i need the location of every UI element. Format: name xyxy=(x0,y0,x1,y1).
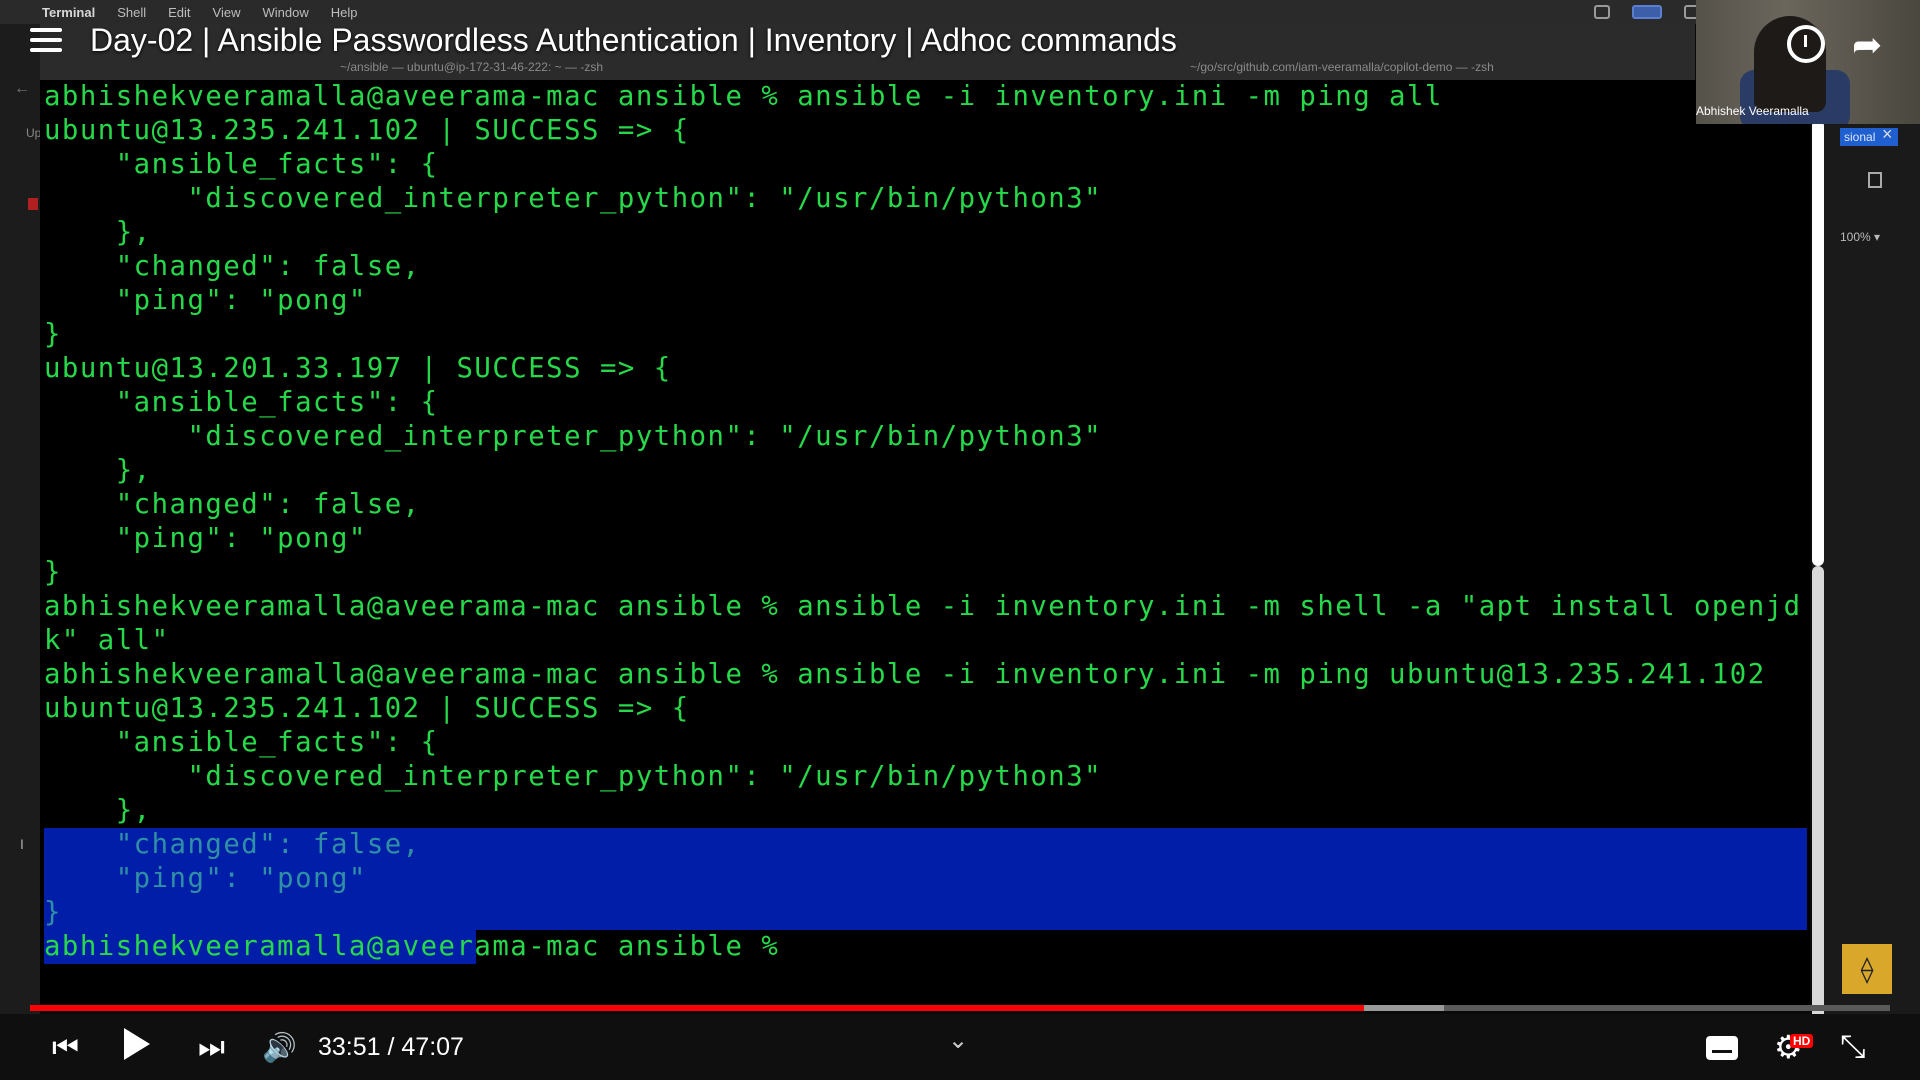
terminal-line: "ansible_facts": { xyxy=(44,387,439,418)
terminal-line: }, xyxy=(44,217,152,248)
menu-help[interactable]: Help xyxy=(331,5,358,20)
red-marker-icon xyxy=(28,198,38,210)
share-arrow-icon[interactable]: ➦ xyxy=(1852,24,1882,66)
time-display: 33:51 / 47:07 xyxy=(318,1033,464,1061)
menubar-status-icons xyxy=(1594,0,1700,24)
menu-view[interactable]: View xyxy=(213,5,241,20)
terminal-line: ubuntu@13.235.241.102 | SUCCESS => { xyxy=(44,693,690,724)
terminal-tab-copilot[interactable]: ~/go/src/github.com/iam-veeramalla/copil… xyxy=(1190,60,1494,74)
previous-button[interactable]: ⏮ xyxy=(52,1031,79,1065)
terminal-line: "ping": "pong" xyxy=(44,523,367,554)
terminal-tab-ansible[interactable]: ~/ansible — ubuntu@ip-172-31-46-222: ~ —… xyxy=(340,60,603,74)
scrollbar-track[interactable] xyxy=(1812,120,1824,566)
chevron-down-icon[interactable]: ⌄ xyxy=(948,1026,968,1055)
zoom-select[interactable]: 100% ▾ xyxy=(1840,230,1880,244)
playlist-menu-icon[interactable] xyxy=(30,28,62,58)
terminal-line: "discovered_interpreter_python": "/usr/b… xyxy=(44,421,1103,452)
menu-edit[interactable]: Edit xyxy=(168,5,190,20)
text-cursor-icon: I xyxy=(20,836,24,852)
terminal-output[interactable]: abhishekveeramalla@aveerama-mac ansible … xyxy=(40,80,1810,1005)
background-window-strip: ← Up I xyxy=(0,24,41,1024)
presenter-name: Abhishek Veeramalla xyxy=(1696,104,1809,118)
terminal-line: ubuntu@13.235.241.102 | SUCCESS => { xyxy=(44,115,690,146)
terminal-line: "changed": false, xyxy=(44,829,421,860)
terminal-line: "changed": false, xyxy=(44,489,421,520)
terminal-line: } xyxy=(44,557,62,588)
terminal-line: }, xyxy=(44,455,152,486)
menu-window[interactable]: Window xyxy=(263,5,309,20)
screen-share-icon[interactable] xyxy=(1632,5,1662,19)
volume-icon[interactable]: 🔊 xyxy=(262,1031,297,1064)
play-button[interactable] xyxy=(124,1028,150,1060)
next-button[interactable]: ⏭ xyxy=(198,1031,225,1065)
background-app-panel xyxy=(1812,80,1920,1025)
watch-later-clock-icon[interactable] xyxy=(1787,25,1825,63)
terminal-line: abhishekveeramalla@aveerama-mac ansible … xyxy=(44,591,1802,622)
hd-badge: HD xyxy=(1790,1034,1814,1048)
terminal-line: abhishekveeramalla@aveerama-mac ansible … xyxy=(44,659,1766,690)
subtitles-button[interactable] xyxy=(1706,1036,1738,1060)
terminal-line: "ansible_facts": { xyxy=(44,727,439,758)
terminal-line: ubuntu@13.201.33.197 | SUCCESS => { xyxy=(44,353,672,384)
terminal-line: } xyxy=(44,319,62,350)
terminal-line: }, xyxy=(44,795,152,826)
video-title[interactable]: Day-02 | Ansible Passwordless Authentica… xyxy=(90,22,1177,59)
terminal-line: abhishekveeramalla@aveerama-mac ansible … xyxy=(44,931,780,962)
document-icon[interactable] xyxy=(1868,172,1882,188)
terminal-line: } xyxy=(44,897,62,928)
terminal-line: "discovered_interpreter_python": "/usr/b… xyxy=(44,761,1103,792)
expand-toggle-button[interactable]: ⟠ xyxy=(1842,944,1892,994)
terminal-line: "ping": "pong" xyxy=(44,863,367,894)
terminal-line: k" all" xyxy=(44,625,170,656)
terminal-line: abhishekveeramalla@aveerama-mac ansible … xyxy=(44,81,1443,112)
terminal-line: "changed": false, xyxy=(44,251,421,282)
menu-app-name[interactable]: Terminal xyxy=(42,5,95,20)
scrollbar-thumb[interactable] xyxy=(1812,566,1824,1026)
terminal-lines: abhishekveeramalla@aveerama-mac ansible … xyxy=(44,80,1802,964)
exit-fullscreen-icon[interactable]: ⤡ xyxy=(1840,1028,1866,1066)
status-icon[interactable] xyxy=(1594,5,1610,19)
terminal-line: "discovered_interpreter_python": "/usr/b… xyxy=(44,183,1103,214)
terminal-line: "ping": "pong" xyxy=(44,285,367,316)
terminal-line: "ansible_facts": { xyxy=(44,149,439,180)
menu-shell[interactable]: Shell xyxy=(117,5,146,20)
back-arrow-icon[interactable]: ← xyxy=(14,80,30,98)
close-icon[interactable]: × xyxy=(1882,124,1893,145)
progress-played[interactable] xyxy=(30,1005,1364,1011)
